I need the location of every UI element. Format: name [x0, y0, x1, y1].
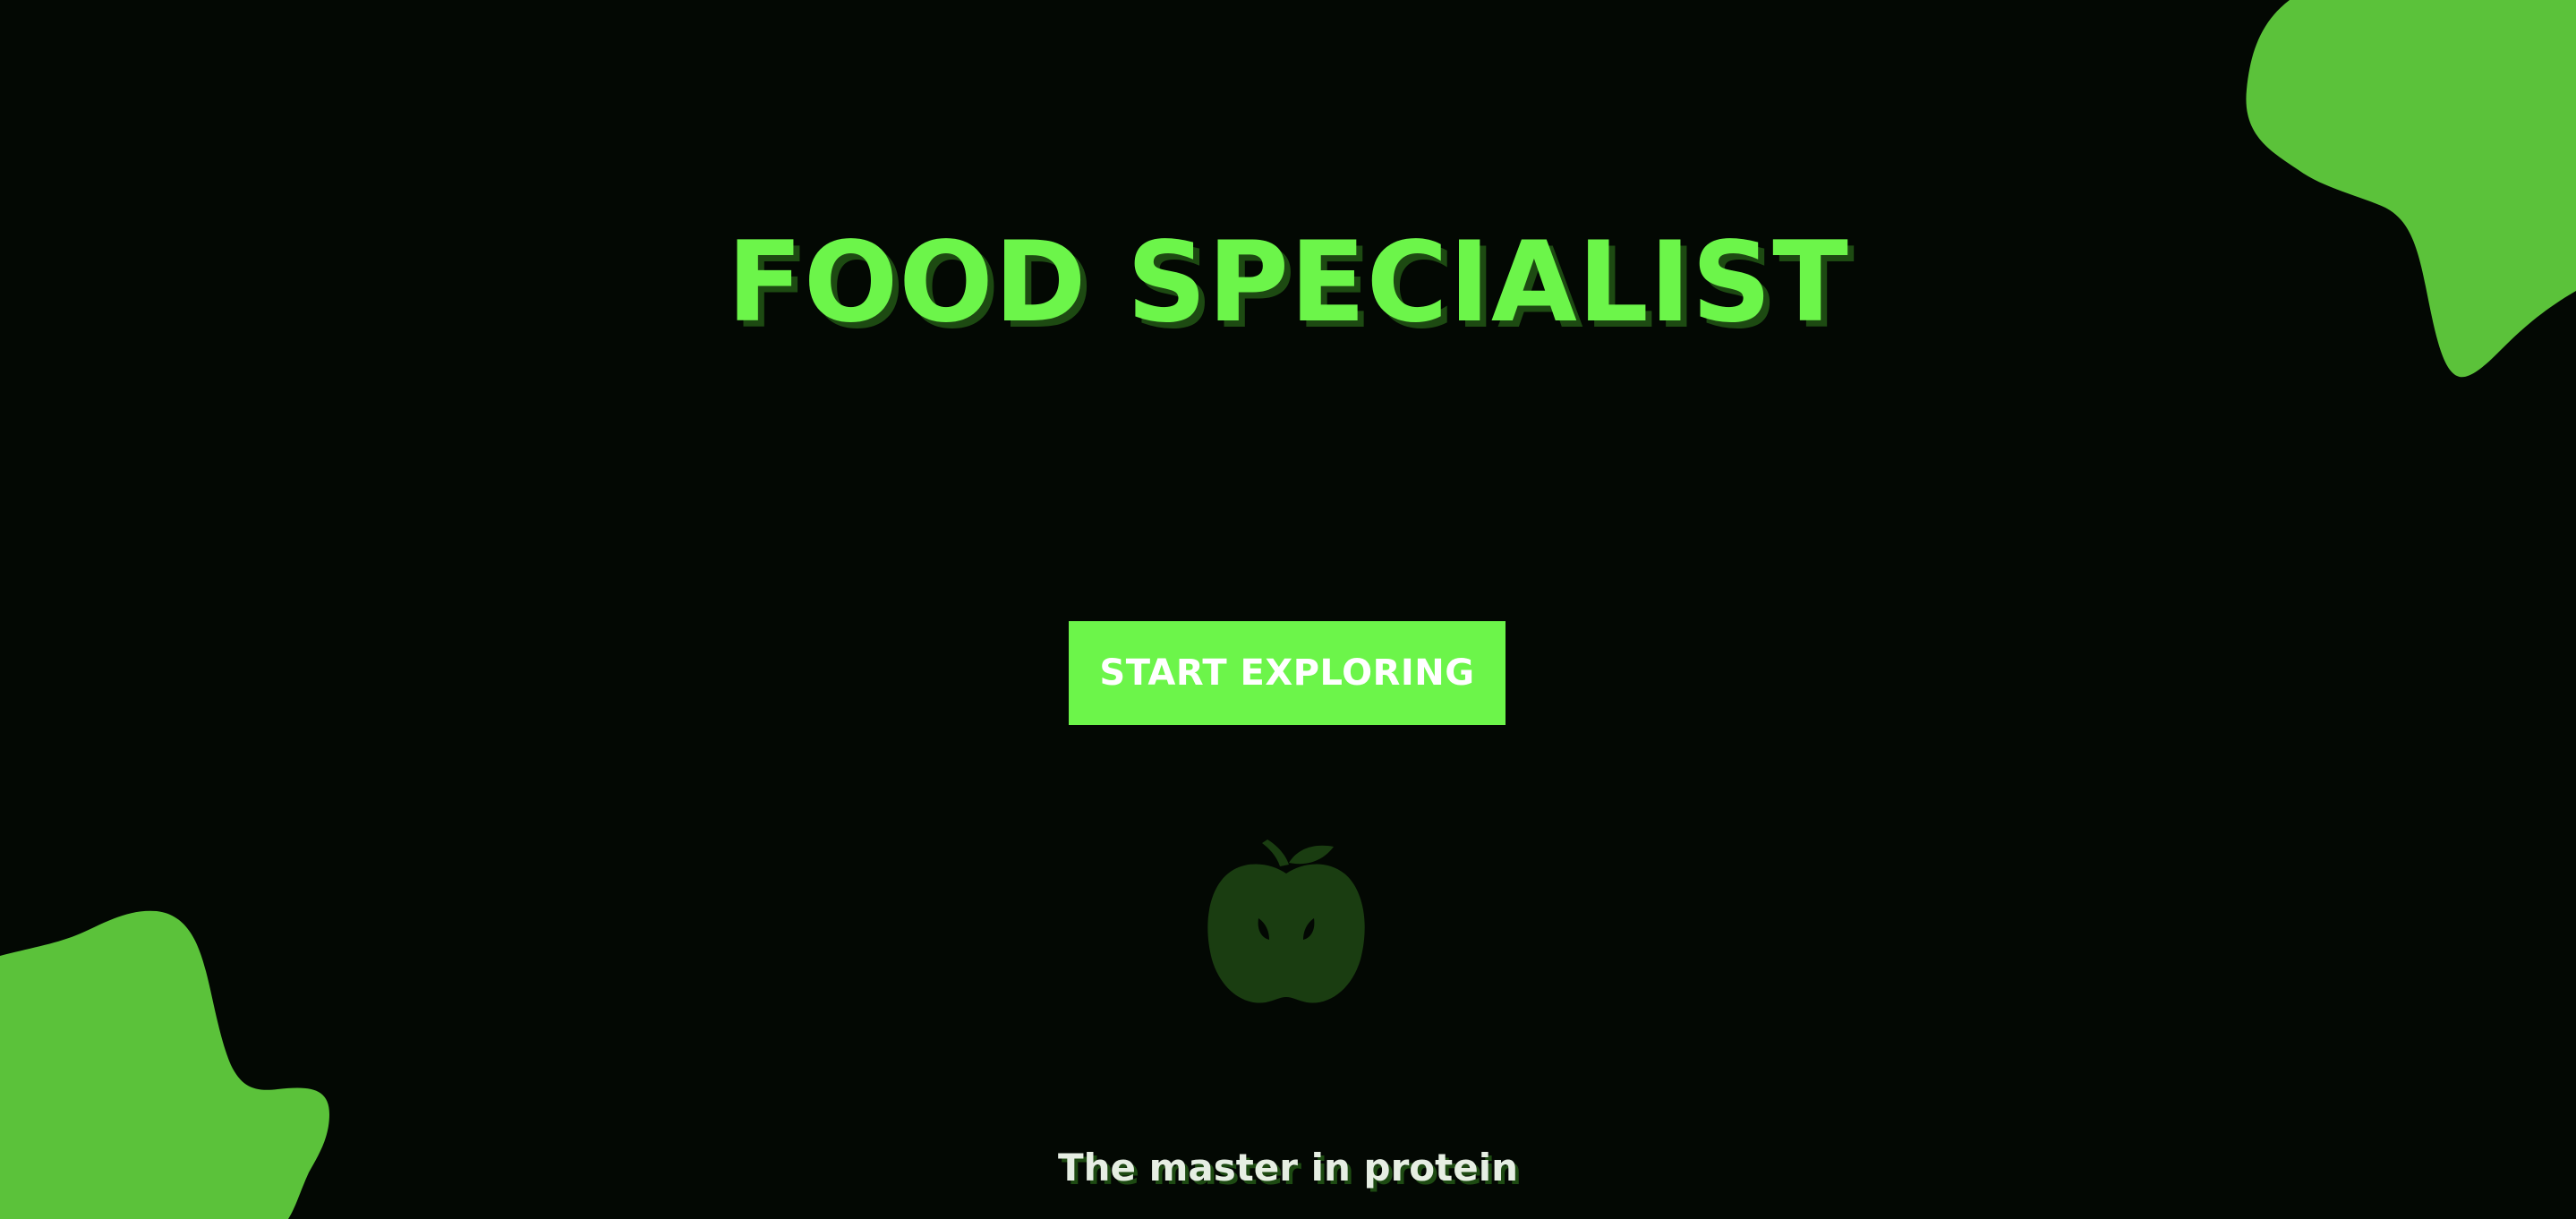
apple-body [1207, 864, 1365, 1003]
apple-leaf [1289, 845, 1334, 865]
tagline: The master in protein [1057, 1146, 1519, 1189]
start-exploring-button[interactable]: START EXPLORING [1069, 621, 1506, 725]
page-title: FOOD SPECIALIST [727, 218, 1849, 347]
landing-page: FOOD SPECIALIST START EXPLORING The mast… [0, 0, 2576, 1219]
apple-icon [1207, 840, 1365, 1003]
apple-stem [1262, 840, 1289, 866]
